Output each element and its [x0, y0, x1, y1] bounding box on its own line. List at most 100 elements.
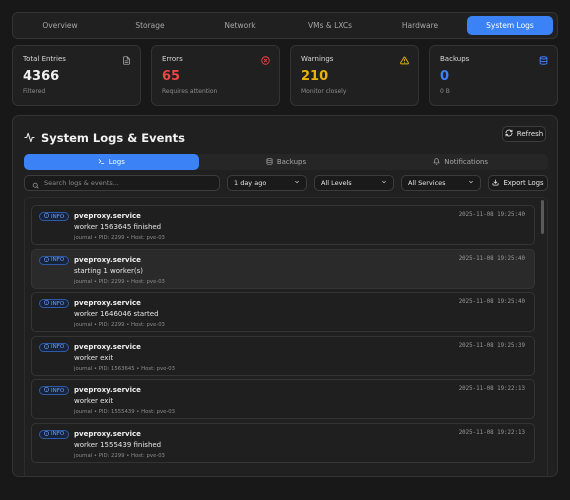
- tab-storage[interactable]: Storage: [107, 16, 193, 35]
- time-range-value: 1 day ago: [234, 179, 267, 187]
- x-circle-icon: [261, 56, 270, 65]
- database-icon: [539, 56, 548, 65]
- system-logs-panel: System Logs & Events Refresh Logs Backup…: [12, 115, 558, 477]
- card-label: Warnings: [301, 55, 334, 63]
- log-timestamp: 2025-11-08 19:25:39: [458, 342, 525, 349]
- level-badge: INFO: [39, 255, 70, 265]
- log-message: worker 1646046 started: [74, 310, 159, 319]
- log-scrollbar[interactable]: [540, 198, 546, 476]
- card-sub: Filtered: [23, 88, 46, 95]
- download-icon: [492, 178, 499, 188]
- subtab-backups[interactable]: Backups: [199, 154, 374, 170]
- log-service: pveproxy.service: [74, 386, 141, 395]
- log-message: starting 1 worker(s): [74, 266, 144, 275]
- level-label: INFO: [51, 344, 65, 351]
- terminal-icon: [98, 158, 105, 167]
- log-entry[interactable]: INFO pveproxy.service worker 1555439 fin…: [31, 422, 535, 463]
- level-value: All Levels: [321, 179, 352, 187]
- info-icon: [44, 343, 49, 351]
- tab-vms-lxcs[interactable]: VMs & LXCs: [287, 16, 373, 35]
- subtab-label: Logs: [108, 158, 125, 166]
- log-timestamp: 2025-11-08 19:25:40: [458, 255, 525, 262]
- card-warnings: Warnings 210 Monitor closely: [290, 45, 419, 106]
- log-meta: journal • PID: 2299 • Host: pve-03: [74, 278, 165, 285]
- info-icon: [44, 300, 49, 307]
- log-timestamp: 2025-11-08 19:25:40: [458, 299, 525, 306]
- level-badge: INFO: [39, 342, 70, 352]
- log-meta: journal • PID: 2299 • Host: pve-03: [74, 452, 165, 459]
- file-text-icon: [122, 56, 131, 65]
- service-select[interactable]: All Services: [401, 175, 481, 191]
- log-meta: journal • PID: 1555439 • Host: pve-03: [74, 409, 176, 416]
- log-entry[interactable]: INFO pveproxy.service worker exit journa…: [31, 379, 535, 420]
- page-title: System Logs & Events: [41, 130, 185, 145]
- log-timestamp: 2025-11-08 19:22:13: [458, 386, 525, 393]
- subtab-label: Backups: [276, 158, 307, 166]
- tab-system-logs[interactable]: System Logs: [467, 16, 553, 35]
- log-service: pveproxy.service: [74, 212, 141, 220]
- level-label: INFO: [51, 300, 65, 307]
- main-tab-bar: Overview Storage Network VMs & LXCs Hard…: [12, 12, 558, 39]
- tab-overview[interactable]: Overview: [17, 16, 103, 35]
- card-label: Backups: [440, 55, 470, 63]
- chevron-down-icon: [294, 179, 300, 187]
- log-message: worker 1555439 finished: [74, 440, 162, 449]
- filter-bar: 1 day ago All Levels All Services Export…: [24, 175, 548, 191]
- log-timestamp: 2025-11-08 19:22:13: [458, 429, 525, 436]
- log-entry[interactable]: INFO pveproxy.service starting 1 worker(…: [31, 248, 535, 289]
- log-meta: journal • PID: 1563645 • Host: pve-03: [74, 365, 176, 372]
- card-label: Errors: [162, 55, 183, 63]
- export-logs-button[interactable]: Export Logs: [488, 175, 548, 191]
- info-icon: [44, 431, 49, 438]
- log-message: worker 1563645 finished: [74, 223, 162, 231]
- log-service: pveproxy.service: [74, 299, 141, 308]
- log-timestamp: 2025-11-08 19:25:40: [458, 212, 525, 218]
- card-sub: Requires attention: [162, 88, 218, 95]
- database-icon: [266, 157, 273, 167]
- log-subtabs: Logs Backups Notifications: [24, 154, 548, 170]
- level-select[interactable]: All Levels: [314, 175, 394, 191]
- log-service: pveproxy.service: [74, 342, 141, 351]
- log-message: worker exit: [74, 353, 114, 362]
- log-entry[interactable]: INFO pveproxy.service worker exit journa…: [31, 335, 535, 376]
- scrollbar-thumb[interactable]: [541, 200, 544, 234]
- export-label: Export Logs: [503, 179, 544, 187]
- level-label: INFO: [51, 213, 65, 220]
- subtab-label: Notifications: [444, 158, 489, 166]
- summary-cards: Total Entries 4366 Filtered Errors 65 Re…: [12, 45, 558, 106]
- log-meta: journal • PID: 2299 • Host: pve-03: [74, 235, 165, 241]
- refresh-label: Refresh: [516, 130, 544, 138]
- log-entry[interactable]: INFO pveproxy.service worker 1563645 fin…: [31, 205, 535, 245]
- level-label: INFO: [51, 257, 65, 264]
- subtab-notifications[interactable]: Notifications: [373, 154, 548, 170]
- service-value: All Services: [408, 179, 446, 187]
- bell-icon: [433, 157, 440, 167]
- card-sub: Monitor closely: [301, 88, 347, 95]
- chevron-down-icon: [468, 179, 474, 187]
- card-value: 210: [301, 69, 329, 84]
- log-meta: journal • PID: 2299 • Host: pve-03: [74, 322, 165, 329]
- level-label: INFO: [51, 431, 65, 438]
- log-service: pveproxy.service: [74, 429, 141, 438]
- card-total-entries: Total Entries 4366 Filtered: [12, 45, 141, 106]
- info-icon: [44, 387, 49, 394]
- tab-hardware[interactable]: Hardware: [377, 16, 463, 35]
- warning-triangle-icon: [400, 56, 409, 65]
- log-list-container: INFO pveproxy.service worker 1563645 fin…: [24, 197, 548, 476]
- refresh-button[interactable]: Refresh: [502, 126, 546, 142]
- subtab-logs[interactable]: Logs: [24, 154, 199, 170]
- card-errors: Errors 65 Requires attention: [151, 45, 280, 106]
- search-icon: [32, 174, 39, 193]
- log-entry[interactable]: INFO pveproxy.service worker 1646046 sta…: [31, 292, 535, 333]
- search-input[interactable]: [44, 179, 214, 187]
- search-box[interactable]: [24, 175, 220, 191]
- tab-network[interactable]: Network: [197, 16, 283, 35]
- level-badge: INFO: [39, 299, 70, 309]
- card-label: Total Entries: [23, 55, 66, 63]
- card-value: 0: [440, 69, 450, 84]
- refresh-icon: [505, 129, 513, 139]
- panel-header: System Logs & Events: [24, 128, 185, 147]
- card-sub: 0 B: [440, 88, 450, 95]
- card-backups: Backups 0 0 B: [429, 45, 558, 106]
- time-range-select[interactable]: 1 day ago: [227, 175, 307, 191]
